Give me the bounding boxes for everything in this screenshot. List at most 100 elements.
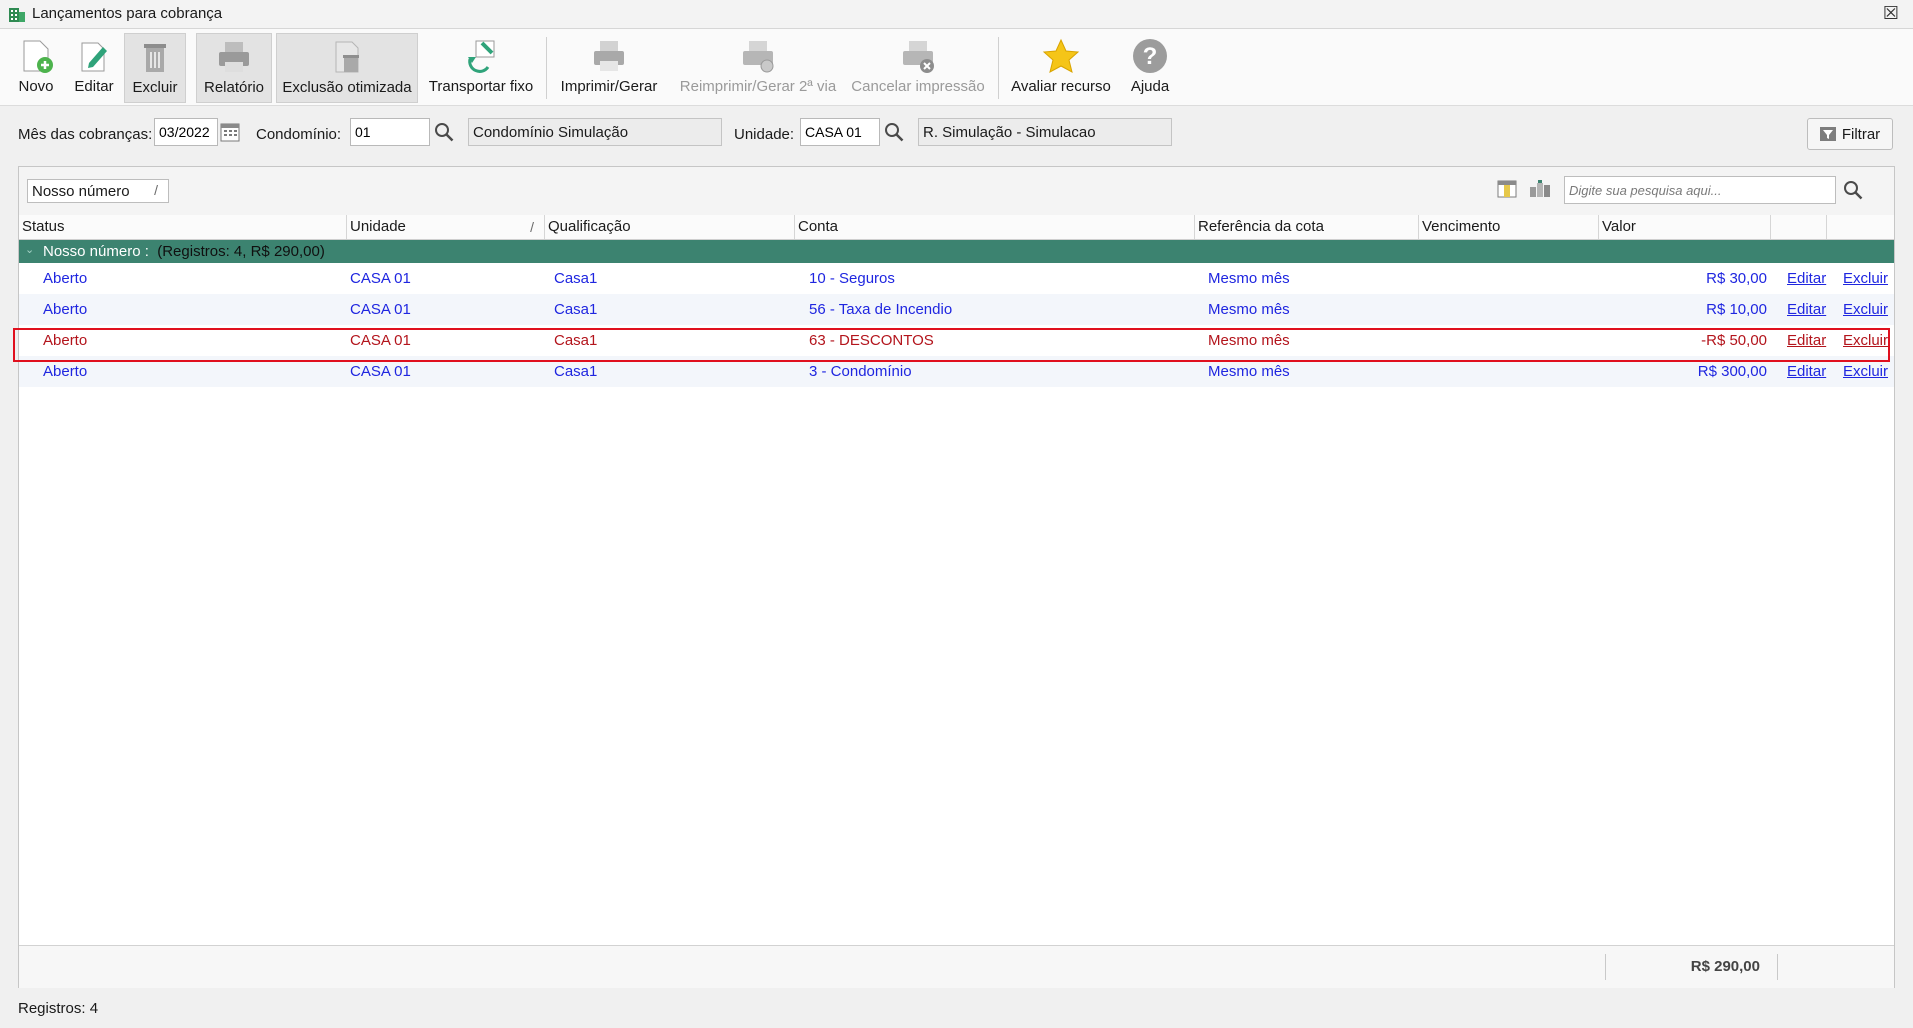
- row-editar-link[interactable]: Editar: [1787, 301, 1826, 318]
- svg-text:?: ?: [1143, 43, 1158, 70]
- group-by-bar: Nosso número /: [19, 167, 1894, 216]
- summary-bar: R$ 290,00: [19, 945, 1894, 988]
- total-value: R$ 290,00: [1690, 958, 1760, 975]
- editar-button[interactable]: Editar: [70, 33, 118, 101]
- row-unidade: CASA 01: [350, 363, 411, 380]
- table-row[interactable]: Aberto CASA 01 Casa1 10 - Seguros Mesmo mês R…: [19, 263, 1894, 294]
- toolbar: Novo Editar Excluir Relatório Exclusão o…: [0, 29, 1913, 106]
- filtrar-button[interactable]: Filtrar: [1807, 118, 1893, 150]
- condominio-label: Condomínio:: [256, 126, 342, 143]
- avaliar-recurso-button[interactable]: Avaliar recurso: [1008, 33, 1114, 101]
- row-valor: R$ 300,00: [1697, 363, 1767, 380]
- col-editar: [1771, 215, 1827, 239]
- filter-icon: [1819, 127, 1836, 141]
- mes-input[interactable]: [154, 118, 218, 146]
- row-editar-link[interactable]: Editar: [1787, 270, 1826, 287]
- unidade-search-icon[interactable]: [880, 118, 908, 146]
- sort-indicator-icon: /: [154, 182, 158, 198]
- summary-divider: [1605, 954, 1606, 980]
- col-vencimento[interactable]: Vencimento: [1419, 215, 1599, 239]
- row-excluir-link[interactable]: Excluir: [1843, 363, 1888, 380]
- calendar-icon[interactable]: [216, 118, 244, 146]
- summary-divider: [1777, 954, 1778, 980]
- reimprimir-button[interactable]: Reimprimir/Gerar 2ª via: [676, 33, 840, 101]
- close-icon[interactable]: ☒: [1883, 3, 1899, 24]
- building-icon: [9, 8, 25, 22]
- row-qualificacao: Casa1: [554, 301, 598, 318]
- unidade-label: Unidade:: [734, 126, 795, 143]
- highlight-box: [13, 328, 1890, 362]
- table-row[interactable]: Aberto CASA 01 Casa1 56 - Taxa de Incendio M…: [19, 294, 1894, 325]
- transportar-fixo-button[interactable]: Transportar fixo: [428, 33, 534, 101]
- print-icon: [594, 41, 624, 71]
- unidade-name-field: R. Simulação - Simulacao: [918, 118, 1172, 146]
- row-excluir-link[interactable]: Excluir: [1843, 270, 1888, 287]
- ajuda-button[interactable]: ? Ajuda: [1122, 33, 1178, 101]
- toolbar-divider: [998, 37, 999, 99]
- col-conta[interactable]: Conta: [795, 215, 1195, 239]
- col-unidade[interactable]: Unidade /: [347, 215, 545, 239]
- row-unidade: CASA 01: [350, 270, 411, 287]
- grid-panel: Nosso número / Status Unidade / Qualific…: [18, 166, 1895, 988]
- row-excluir-link[interactable]: Excluir: [1843, 301, 1888, 318]
- cancelar-impressao-label: Cancelar impressão: [851, 78, 985, 95]
- group-chip-label: Nosso número: [32, 183, 130, 200]
- group-row-label: Nosso número : (Registros: 4, R$ 290,00): [43, 243, 325, 260]
- col-excluir: [1827, 215, 1894, 239]
- editar-label: Editar: [74, 78, 114, 95]
- row-status: Aberto: [43, 301, 88, 318]
- mes-label: Mês das cobranças:: [18, 126, 153, 143]
- search-input[interactable]: [1564, 176, 1836, 204]
- ajuda-label: Ajuda: [1130, 78, 1170, 95]
- edit-pencil-icon: [81, 42, 107, 72]
- col-valor[interactable]: Valor: [1599, 215, 1771, 239]
- row-unidade: CASA 01: [350, 301, 411, 318]
- col-status[interactable]: Status: [19, 215, 347, 239]
- group-panel-icon[interactable]: [1529, 179, 1551, 199]
- col-unidade-label: Unidade: [350, 218, 406, 235]
- relatorio-button[interactable]: Relatório: [196, 33, 272, 103]
- title-bar: Lançamentos para cobrança ☒: [0, 0, 1913, 29]
- row-conta: 3 - Condomínio: [809, 363, 912, 380]
- sort-indicator-icon: /: [530, 219, 534, 235]
- window-title: Lançamentos para cobrança: [32, 5, 223, 22]
- excluir-label: Excluir: [132, 79, 178, 96]
- col-qualificacao[interactable]: Qualificação: [545, 215, 795, 239]
- printer-icon: [219, 42, 249, 72]
- row-status: Aberto: [43, 270, 88, 287]
- column-chooser-icon[interactable]: [1497, 179, 1517, 199]
- col-referencia[interactable]: Referência da cota: [1195, 215, 1419, 239]
- toolbar-divider: [546, 37, 547, 99]
- row-editar-link[interactable]: Editar: [1787, 363, 1826, 380]
- condominio-input[interactable]: [350, 118, 430, 146]
- imprimir-gerar-button[interactable]: Imprimir/Gerar: [556, 33, 662, 101]
- row-valor: R$ 30,00: [1706, 270, 1767, 287]
- reprint-icon: [743, 41, 774, 73]
- row-qualificacao: Casa1: [554, 270, 598, 287]
- novo-label: Novo: [18, 78, 54, 95]
- row-conta: 10 - Seguros: [809, 270, 895, 287]
- excluir-button[interactable]: Excluir: [124, 33, 186, 103]
- records-count: Registros: 4: [18, 1000, 99, 1017]
- exclusao-otimizada-button[interactable]: Exclusão otimizada: [276, 33, 418, 103]
- row-referencia: Mesmo mês: [1208, 363, 1290, 380]
- trash-icon: [144, 44, 166, 72]
- group-count: (Registros: 4, R$ 290,00): [157, 243, 325, 260]
- optimized-delete-icon: [335, 41, 359, 73]
- search-icon[interactable]: [1839, 176, 1867, 204]
- grid-header: Status Unidade / Qualificação Conta Refe…: [19, 215, 1894, 240]
- filter-row: Mês das cobranças: Condomínio: Condomíni…: [0, 106, 1913, 164]
- collapse-chevron-icon[interactable]: ⌄: [25, 243, 34, 256]
- cancelar-impressao-button[interactable]: Cancelar impressão: [850, 33, 986, 101]
- new-document-icon: [23, 40, 53, 73]
- relatorio-label: Relatório: [203, 79, 265, 96]
- filtrar-label: Filtrar: [1841, 125, 1881, 143]
- group-row[interactable]: ⌄ Nosso número : (Registros: 4, R$ 290,0…: [19, 240, 1894, 263]
- row-valor: R$ 10,00: [1706, 301, 1767, 318]
- condominio-search-icon[interactable]: [430, 118, 458, 146]
- imprimir-gerar-label: Imprimir/Gerar: [560, 78, 658, 95]
- unidade-input[interactable]: [800, 118, 880, 146]
- group-chip[interactable]: Nosso número /: [27, 179, 169, 203]
- transport-icon: [468, 40, 495, 73]
- novo-button[interactable]: Novo: [12, 33, 60, 101]
